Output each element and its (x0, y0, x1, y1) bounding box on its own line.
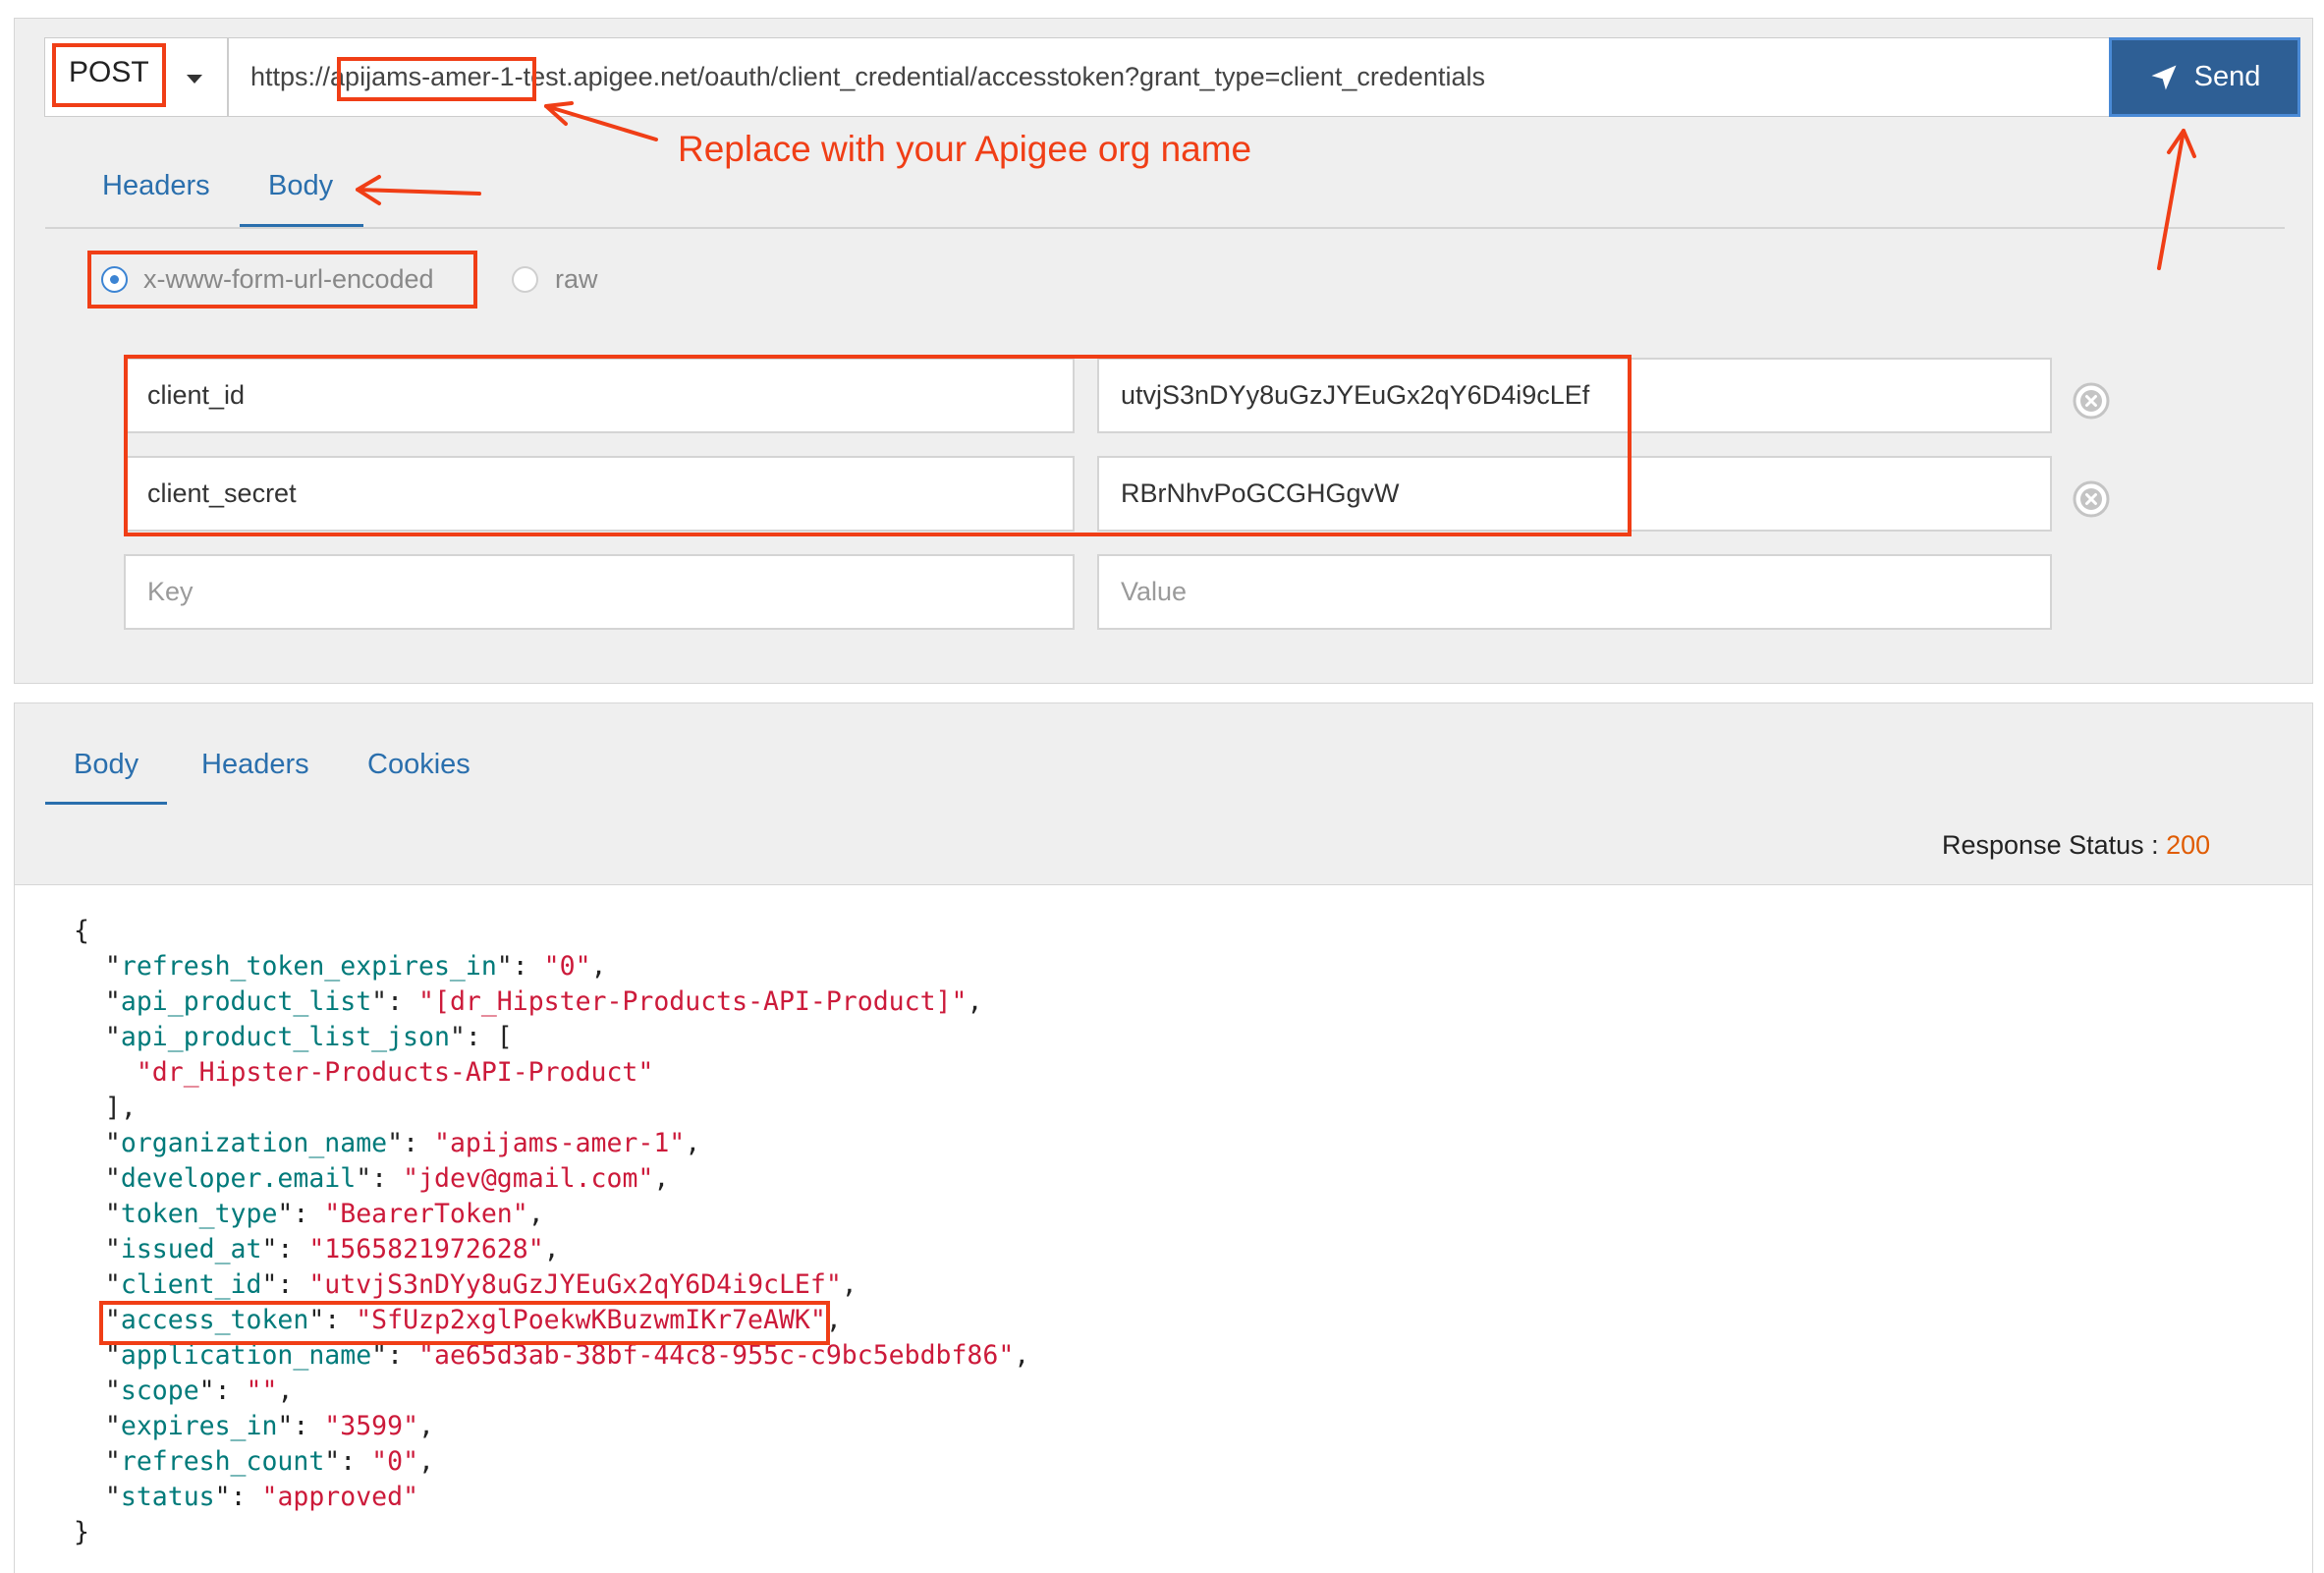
new-value-input[interactable]: Value (1097, 554, 2052, 630)
highlight-credentials (124, 355, 1632, 536)
send-button-label: Send (2193, 61, 2261, 92)
remove-icon[interactable] (2073, 480, 2110, 518)
send-button[interactable]: Send (2109, 37, 2300, 117)
json-line: "status": "approved" (74, 1482, 419, 1512)
tab-response-headers[interactable]: Headers (201, 749, 309, 781)
json-line: "developer.email": "jdev@gmail.com", (74, 1163, 670, 1194)
tab-request-body[interactable]: Body (268, 170, 333, 202)
highlight-access-token (99, 1301, 830, 1345)
json-line: "api_product_list": "[dr_Hipster-Product… (74, 986, 983, 1017)
chevron-down-icon[interactable] (187, 75, 202, 84)
response-status-label: Response Status : (1942, 830, 2167, 860)
json-line: "scope": "", (74, 1376, 294, 1406)
new-key-input[interactable]: Key (124, 554, 1075, 630)
highlight-org-name (337, 57, 536, 101)
json-line: "token_type": "BearerToken", (74, 1199, 544, 1229)
json-line: ], (74, 1093, 137, 1123)
response-json: { "refresh_token_expires_in": "0", "api_… (74, 914, 1029, 1550)
json-line: "refresh_token_expires_in": "0", (74, 951, 607, 982)
new-key-placeholder: Key (147, 577, 194, 606)
new-value-placeholder: Value (1121, 577, 1188, 606)
highlight-body-type (87, 251, 477, 309)
json-line: "refresh_count": "0", (74, 1446, 435, 1477)
tab-request-headers[interactable]: Headers (102, 170, 210, 202)
tab-response-cookies[interactable]: Cookies (367, 749, 470, 781)
divider (45, 227, 2285, 229)
json-line: "api_product_list_json": [ (74, 1022, 513, 1052)
json-line: { (74, 916, 89, 946)
radio-raw-label[interactable]: raw (555, 264, 598, 295)
tab-response-body[interactable]: Body (74, 749, 138, 781)
json-line: "expires_in": "3599", (74, 1411, 434, 1441)
active-tab-indicator (45, 802, 167, 805)
status-code: 200 (2166, 830, 2211, 860)
highlight-method (52, 43, 166, 107)
send-icon (2151, 65, 2177, 89)
json-line: "dr_Hipster-Products-API-Product" (136, 1057, 654, 1088)
response-status: Response Status : 200 (1942, 830, 2210, 861)
json-line: } (74, 1517, 89, 1547)
json-line: "organization_name": "apijams-amer-1", (74, 1128, 701, 1158)
json-line: "client_id": "utvjS3nDYy8uGzJYEuGx2qY6D4… (74, 1269, 858, 1300)
annotation-text: Replace with your Apigee org name (678, 129, 1252, 169)
remove-icon[interactable] (2073, 382, 2110, 420)
json-line: "issued_at": "1565821972628", (74, 1234, 560, 1264)
radio-raw[interactable] (512, 266, 538, 293)
